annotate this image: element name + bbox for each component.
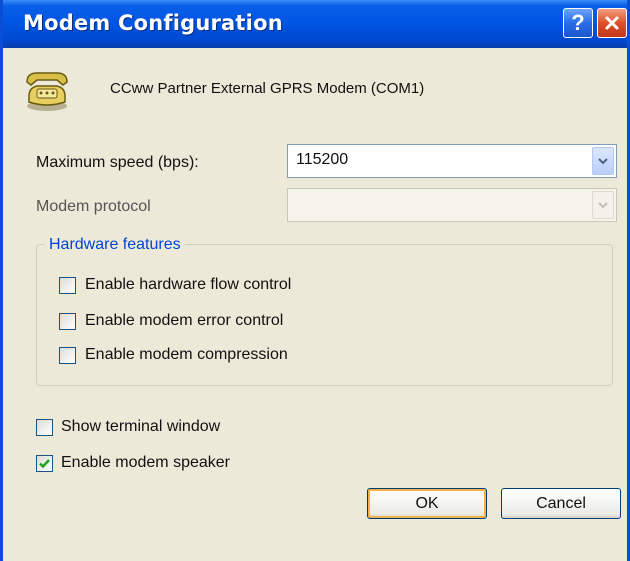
show-terminal-window-checkbox[interactable] — [36, 419, 53, 436]
max-speed-value: 115200 — [296, 151, 349, 168]
check-icon — [39, 459, 50, 469]
max-speed-label: Maximum speed (bps): — [36, 154, 199, 171]
hardware-flow-control-checkbox[interactable] — [59, 277, 76, 294]
enable-modem-speaker-checkbox[interactable] — [36, 455, 53, 472]
modem-error-control-checkbox[interactable] — [59, 313, 76, 330]
ok-button[interactable]: OK — [367, 488, 487, 519]
modem-compression-label[interactable]: Enable modem compression — [85, 346, 288, 364]
enable-modem-speaker-label[interactable]: Enable modem speaker — [61, 454, 230, 472]
chevron-down-icon[interactable] — [592, 191, 614, 219]
hardware-flow-control-label[interactable]: Enable hardware flow control — [85, 276, 291, 294]
max-speed-select[interactable]: 115200 — [287, 144, 617, 178]
modem-protocol-label: Modem protocol — [36, 198, 151, 215]
hardware-features-title: Hardware features — [45, 236, 185, 254]
chevron-down-icon[interactable] — [592, 147, 614, 175]
close-icon — [605, 16, 619, 30]
window-title: Modem Configuration — [23, 11, 283, 35]
help-button[interactable]: ? — [563, 8, 593, 38]
close-button[interactable] — [597, 8, 627, 38]
show-terminal-window-label[interactable]: Show terminal window — [61, 418, 220, 436]
telephone-modem-icon — [23, 66, 71, 114]
device-name: CCww Partner External GPRS Modem (COM1) — [110, 80, 425, 97]
help-icon: ? — [571, 10, 585, 35]
modem-compression-checkbox[interactable] — [59, 347, 76, 364]
modem-configuration-dialog: Modem Configuration ? CCww Partner Exter… — [0, 0, 630, 561]
modem-error-control-label[interactable]: Enable modem error control — [85, 312, 283, 330]
modem-protocol-select[interactable] — [287, 188, 617, 222]
title-bar[interactable]: Modem Configuration ? — [3, 0, 627, 48]
cancel-button[interactable]: Cancel — [501, 488, 621, 519]
